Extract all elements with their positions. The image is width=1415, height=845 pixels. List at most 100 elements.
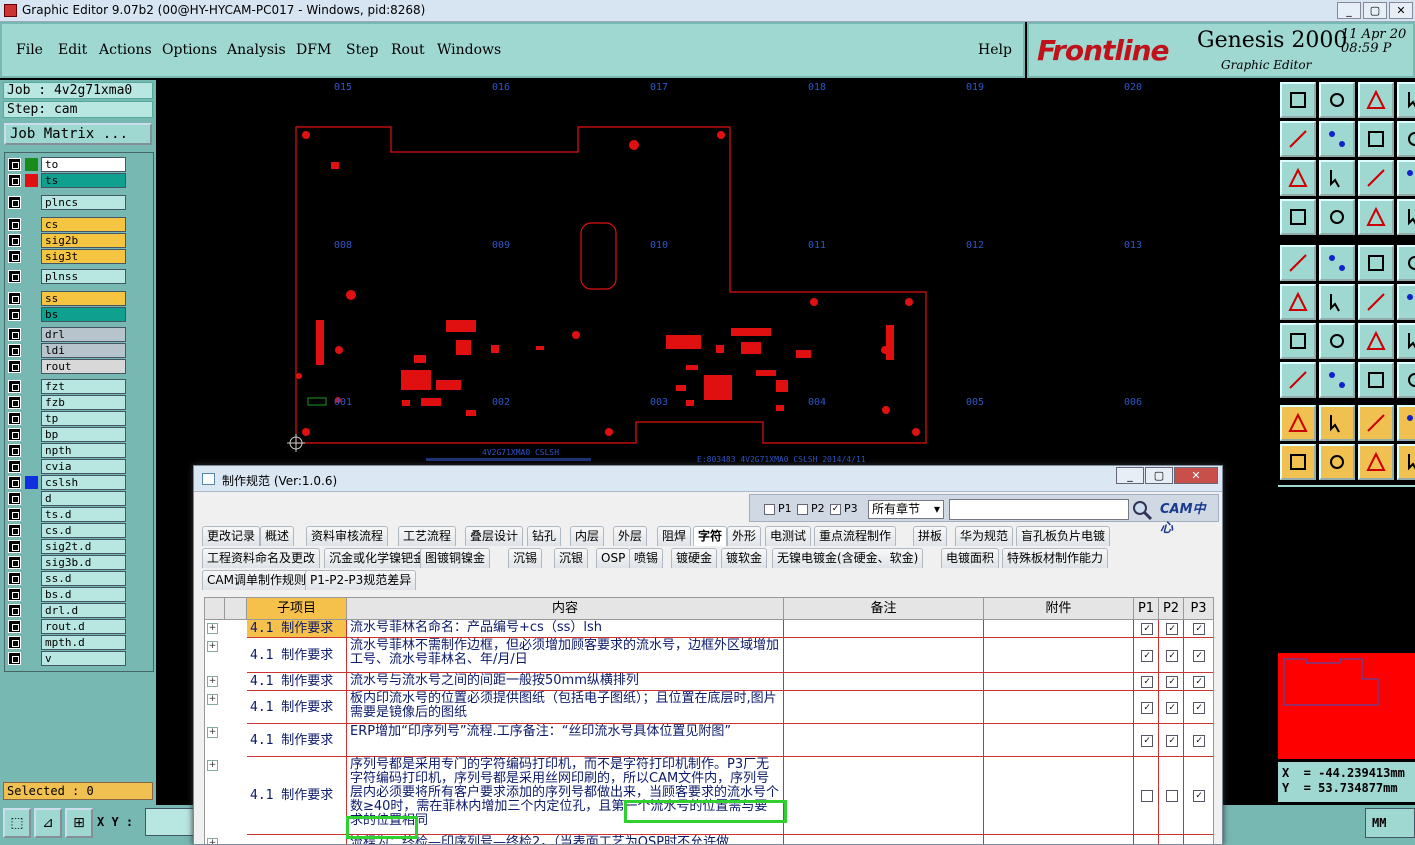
layer-checkbox[interactable] — [8, 636, 21, 649]
layer-name[interactable]: drl.d — [41, 603, 126, 618]
layer-name[interactable]: cslsh — [41, 475, 126, 490]
triangle-tool-2-icon[interactable] — [1319, 405, 1355, 441]
tab-tabs-row2-10[interactable]: 电镀面积 — [941, 548, 1000, 568]
layer-row[interactable]: ss.d — [8, 571, 126, 586]
layer-row[interactable]: ss — [8, 291, 126, 306]
remark-cell[interactable] — [784, 638, 984, 673]
measure-tool-icon[interactable] — [1319, 245, 1355, 281]
content-cell[interactable]: 流水号与流水号之间的间距一般按50mm纵横排列 — [347, 673, 784, 691]
triangle-tool-4-icon[interactable] — [1397, 405, 1415, 441]
zoom-window-icon[interactable] — [1358, 82, 1394, 118]
layer-name[interactable]: drl — [41, 327, 126, 342]
p2-row-checkbox[interactable]: ✓ — [1166, 650, 1178, 662]
sub-item-cell[interactable]: 4.1 制作要求 — [247, 673, 347, 691]
zoom-in-icon[interactable] — [1397, 82, 1415, 118]
column-header[interactable]: 附件 — [984, 598, 1134, 620]
layer-name[interactable]: d — [41, 491, 126, 506]
distance-tool-icon[interactable] — [1358, 362, 1394, 398]
p2-row-checkbox[interactable]: ✓ — [1166, 623, 1178, 635]
layer-color-swatch[interactable] — [25, 636, 38, 649]
layer-checkbox[interactable] — [8, 588, 21, 601]
menu-actions[interactable]: Actions — [99, 42, 152, 58]
snap-settings-icon[interactable] — [1280, 199, 1316, 235]
layer-checkbox[interactable] — [8, 556, 21, 569]
layer-row[interactable]: rout — [8, 359, 126, 374]
layer-checkbox[interactable] — [8, 476, 21, 489]
layer-color-swatch[interactable] — [25, 234, 38, 247]
layer-checkbox[interactable] — [8, 540, 21, 553]
layer-name[interactable]: to — [41, 157, 126, 172]
sub-item-cell[interactable]: 4.1 制作要求 — [247, 620, 347, 638]
tab-tabs-row3-0[interactable]: CAM调单制作规则 — [202, 570, 311, 590]
layer-row[interactable]: drl — [8, 327, 126, 342]
p1-row-checkbox[interactable]: ✓ — [1141, 623, 1153, 635]
undo-tool-icon[interactable] — [1358, 323, 1394, 359]
grid-tool-icon[interactable] — [1319, 199, 1355, 235]
layer-name[interactable]: plncs — [41, 195, 126, 210]
layer-checkbox[interactable] — [8, 270, 21, 283]
remark-cell[interactable] — [784, 757, 984, 835]
layer-row[interactable]: mpth.d — [8, 635, 126, 650]
layer-color-swatch[interactable] — [25, 492, 38, 505]
remark-cell[interactable] — [784, 835, 984, 844]
layer-checkbox[interactable] — [8, 196, 21, 209]
layer-row[interactable]: cs — [8, 217, 126, 232]
p1-row-checkbox[interactable]: ✓ — [1141, 735, 1153, 747]
layer-checkbox[interactable] — [8, 604, 21, 617]
tab-tabs-row1-3[interactable]: 工艺流程 — [398, 526, 457, 546]
layer-row[interactable]: drl.d — [8, 603, 126, 618]
layer-row[interactable]: to — [8, 157, 126, 172]
pan-center-icon[interactable] — [1358, 121, 1394, 157]
menu-options[interactable]: Options — [162, 42, 217, 58]
p2-checkbox[interactable] — [797, 504, 808, 515]
pointer-tool-2-icon[interactable] — [1319, 444, 1355, 480]
attachment-cell[interactable] — [984, 757, 1134, 835]
layer-checkbox[interactable] — [8, 328, 21, 341]
job-matrix-button[interactable]: Job Matrix ... — [4, 123, 152, 145]
layer-name[interactable]: rout.d — [41, 619, 126, 634]
layer-row[interactable]: tp — [8, 411, 126, 426]
layer-color-swatch[interactable] — [25, 476, 38, 489]
layer-row[interactable]: sig3b.d — [8, 555, 126, 570]
layer-checkbox[interactable] — [8, 652, 21, 665]
triangle-tool-3-icon[interactable] — [1358, 405, 1394, 441]
display-tool-icon[interactable] — [1358, 199, 1394, 235]
layer-row[interactable]: ts — [8, 173, 126, 188]
tab-tabs-row2-0[interactable]: 工程资料命名及更改 — [202, 548, 321, 568]
p3-row-checkbox[interactable]: ✓ — [1193, 623, 1205, 635]
layer-name[interactable]: ts — [41, 173, 126, 188]
expand-icon[interactable]: + — [207, 838, 218, 844]
layer-color-swatch[interactable] — [25, 396, 38, 409]
p1-row-checkbox[interactable]: ✓ — [1141, 650, 1153, 662]
layer-color-swatch[interactable] — [25, 556, 38, 569]
p3-checkbox[interactable]: ✓ — [830, 504, 841, 515]
polyline-tool-icon[interactable] — [1319, 323, 1355, 359]
tab-tabs-row2-1[interactable]: 沉金或化学镍钯金 — [324, 548, 431, 568]
pad-tool-icon[interactable] — [1280, 362, 1316, 398]
layer-row[interactable]: sig2b — [8, 233, 126, 248]
column-header[interactable]: 备注 — [784, 598, 984, 620]
table-row[interactable]: +4.1 制作要求 板内印流水号的位置必须提供图纸（包括电子图纸）；且位置在底层时… — [205, 691, 1213, 724]
layer-color-swatch[interactable] — [25, 344, 38, 357]
route-tool-icon[interactable] — [1280, 284, 1316, 320]
p3-row-checkbox[interactable]: ✓ — [1193, 735, 1205, 747]
layer-checkbox[interactable] — [8, 524, 21, 537]
attachment-cell[interactable] — [984, 638, 1134, 673]
layer-name[interactable]: rout — [41, 359, 126, 374]
layer-row[interactable]: v — [8, 651, 126, 666]
pointer-tool-icon[interactable] — [1280, 444, 1316, 480]
layer-color-swatch[interactable] — [25, 218, 38, 231]
table-row[interactable]: +4.1 制作要求 流水号菲林不需制作边框，但必须增加顾客要求的流水号，边框外区域… — [205, 638, 1213, 673]
feature-select-icon[interactable] — [1397, 245, 1415, 281]
pan-right-icon[interactable] — [1319, 121, 1355, 157]
tab-tabs-row1-8[interactable]: 阻焊 — [657, 526, 692, 546]
content-cell[interactable]: 板内印流水号的位置必须提供图纸（包括电子图纸）；且位置在底层时,图片需要是镜像后… — [347, 691, 784, 724]
layer-checkbox[interactable] — [8, 492, 21, 505]
tab-tabs-row1-7[interactable]: 外层 — [613, 526, 648, 546]
column-header[interactable]: P2 — [1159, 598, 1184, 620]
layer-checkbox[interactable] — [8, 620, 21, 633]
layer-name[interactable]: tp — [41, 411, 126, 426]
xy-input[interactable] — [145, 808, 195, 836]
content-cell[interactable]: 流水号菲林不需制作边框，但必须增加顾客要求的流水号，边框外区域增加工号、流水号菲… — [347, 638, 784, 673]
layer-name[interactable]: cs.d — [41, 523, 126, 538]
